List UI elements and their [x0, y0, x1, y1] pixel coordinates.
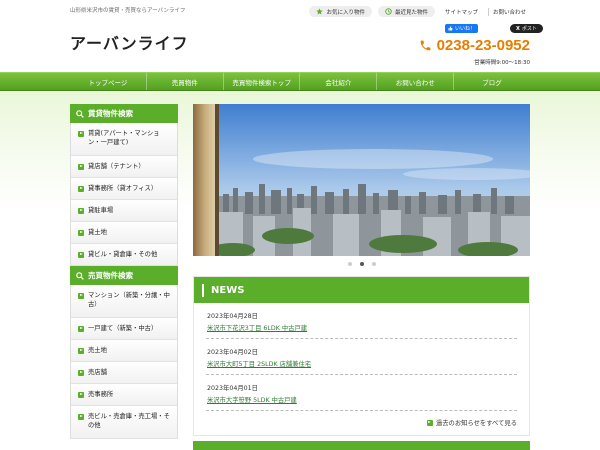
favorites-label: お気に入り物件	[326, 9, 365, 16]
arrow-icon	[78, 251, 84, 258]
list-item-label: 貸駐車場	[88, 207, 114, 214]
nav-blog[interactable]: ブログ	[453, 73, 530, 90]
arrow-icon	[78, 229, 84, 236]
arrow-icon	[78, 369, 84, 376]
sidebar-item-sale-mansion[interactable]: マンション（新築・分譲・中古）	[71, 285, 177, 318]
slider-dot[interactable]	[347, 262, 352, 266]
contact-link[interactable]: お問い合わせ	[487, 7, 530, 16]
news-link[interactable]: 米沢市下花沢3丁目 6LDK 中古戸建	[207, 323, 517, 332]
arrow-icon	[78, 325, 84, 332]
sidebar-item-sale-house[interactable]: 一戸建て（新築・中古）	[71, 318, 177, 340]
arrow-icon	[78, 130, 84, 137]
sidebar-item-sale-land[interactable]: 売土地	[71, 340, 177, 362]
header-links: お気に入り物件 最近見た物件 サイトマップ お問い合わせ	[309, 6, 530, 17]
heading-bar	[202, 283, 204, 297]
sidebar-item-sale-other[interactable]: 売ビル・売倉庫・売工場・その他	[71, 406, 177, 439]
news-more-label: 過去のお知らせをすべて見る	[435, 420, 517, 427]
list-item-label: 貸土地	[88, 229, 107, 236]
favorites-button[interactable]: お気に入り物件	[309, 6, 372, 17]
sale-list: マンション（新築・分譲・中古） 一戸建て（新築・中古） 売土地 売店舗 売事務所…	[70, 285, 178, 439]
news-heading: NEWS	[194, 277, 529, 303]
history-icon	[385, 8, 392, 15]
sale-search-heading: 売買物件検索	[70, 266, 178, 285]
social-buttons: いいね！ X ポスト	[445, 24, 543, 33]
x-post-label: ポスト	[521, 26, 537, 32]
list-item-label: 売店舗	[88, 369, 107, 376]
facebook-like-label: いいね！	[455, 26, 476, 32]
list-item-label: マンション（新築・分譲・中古）	[88, 292, 170, 308]
list-item-label: 売事務所	[88, 391, 114, 398]
phone-number-text: 0238-23-0952	[436, 37, 530, 54]
sidebar-item-rental-residence[interactable]: 賃貸(アパート・マンション・一戸建て)	[71, 123, 177, 156]
sidebar-item-sale-shop[interactable]: 売店舗	[71, 362, 177, 384]
x-logo-icon: X	[516, 25, 520, 32]
list-item-label: 貸ビル・貸倉庫・その他	[88, 251, 158, 258]
sidebar-item-rental-land[interactable]: 貸土地	[71, 222, 177, 244]
arrow-icon	[78, 413, 84, 420]
rental-search-title: 賃貸物件検索	[88, 109, 133, 118]
sidebar-item-rental-other[interactable]: 貸ビル・貸倉庫・その他	[71, 244, 177, 266]
news-link[interactable]: 米沢市大町5丁目 2SLDK 店舗兼住宅	[207, 359, 517, 368]
nav-top[interactable]: トップページ	[70, 73, 146, 90]
star-icon	[316, 8, 324, 15]
list-item-label: 売ビル・売倉庫・売工場・その他	[88, 413, 170, 429]
sidebar-item-rental-shop[interactable]: 貸店舗（テナント）	[71, 156, 177, 178]
list-item: 2023年04月28日 米沢市下花沢3丁目 6LDK 中古戸建	[206, 303, 517, 339]
hero-slider[interactable]	[193, 104, 530, 256]
global-nav: トップページ 売買物件 売買物件検索トップ 会社紹介 お問い合わせ ブログ	[0, 72, 600, 91]
list-item: 2023年04月02日 米沢市大町5丁目 2SLDK 店舗兼住宅	[206, 339, 517, 375]
nav-company[interactable]: 会社紹介	[299, 73, 376, 90]
phone-icon	[420, 40, 430, 51]
facebook-like-button[interactable]: いいね！	[445, 24, 479, 33]
news-date: 2023年04月02日	[207, 349, 258, 356]
recent-label: 最近見た物件	[394, 9, 428, 16]
news-date: 2023年04月01日	[207, 385, 258, 392]
phone-number[interactable]: 0238-23-0952	[419, 37, 530, 54]
nav-contact[interactable]: お問い合わせ	[376, 73, 453, 90]
list-item-label: 一戸建て（新築・中古）	[88, 325, 158, 332]
sidebar-item-sale-office[interactable]: 売事務所	[71, 384, 177, 406]
rental-search-heading: 賃貸物件検索	[70, 104, 178, 123]
sidebar-item-rental-office[interactable]: 貸事務所（貸オフィス）	[71, 178, 177, 200]
news-section: NEWS 2023年04月28日 米沢市下花沢3丁目 6LDK 中古戸建 202…	[193, 276, 530, 436]
news-link[interactable]: 米沢市大字笹野 5LDK 中古戸建	[207, 395, 517, 404]
nav-sale-properties[interactable]: 売買物件	[145, 73, 223, 90]
search-icon	[76, 109, 84, 118]
arrow-icon	[78, 207, 84, 214]
news-date: 2023年04月28日	[207, 313, 258, 320]
business-hours: 営業時間9:00～18:30	[474, 60, 530, 66]
arrow-icon	[78, 185, 84, 192]
list-item-label: 賃貸(アパート・マンション・一戸建て)	[88, 130, 160, 146]
site-logo[interactable]: アーバンライフ	[70, 30, 189, 54]
arrow-icon	[78, 163, 84, 170]
arrow-icon	[78, 391, 84, 398]
thumbs-up-icon	[448, 26, 453, 31]
arrow-icon	[78, 347, 84, 354]
slider-dot[interactable]	[371, 262, 376, 266]
next-section-heading	[193, 441, 530, 450]
list-item-label: 貸店舗（テナント）	[88, 163, 145, 170]
sidebar: 賃貸物件検索 賃貸(アパート・マンション・一戸建て) 貸店舗（テナント） 貸事務…	[70, 104, 178, 439]
arrow-icon	[78, 292, 84, 299]
recent-button[interactable]: 最近見た物件	[377, 6, 435, 17]
nav-sale-search-top[interactable]: 売買物件検索トップ	[222, 73, 300, 90]
search-icon	[76, 271, 84, 280]
list-item-label: 売土地	[88, 347, 107, 354]
list-item-label: 貸事務所（貸オフィス）	[88, 185, 158, 192]
arrow-icon	[426, 419, 433, 426]
site-tagline: 山形県米沢市の賃貸・売買ならアーバンライフ	[70, 8, 186, 14]
sitemap-link[interactable]: サイトマップ	[441, 8, 482, 16]
news-more-link[interactable]: 過去のお知らせをすべて見る	[426, 418, 517, 427]
news-title: NEWS	[211, 284, 245, 296]
sale-search-title: 売買物件検索	[88, 271, 133, 280]
slider-dot-active[interactable]	[359, 262, 364, 266]
rental-list: 賃貸(アパート・マンション・一戸建て) 貸店舗（テナント） 貸事務所（貸オフィス…	[70, 123, 178, 266]
sidebar-item-rental-parking[interactable]: 貸駐車場	[71, 200, 177, 222]
x-post-button[interactable]: X ポスト	[510, 24, 543, 33]
slider-pagination	[193, 262, 530, 266]
list-item: 2023年04月01日 米沢市大字笹野 5LDK 中古戸建	[206, 375, 517, 411]
city-skyline-image	[193, 104, 530, 256]
